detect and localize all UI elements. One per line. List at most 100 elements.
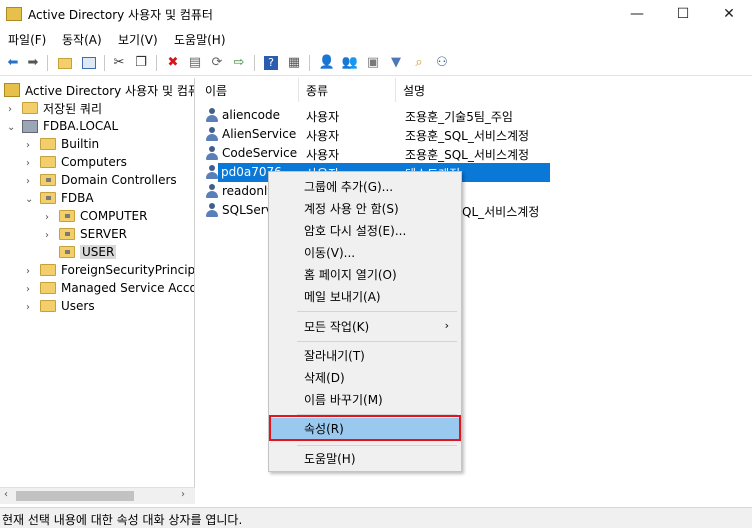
menu-view[interactable]: 보기(V) xyxy=(118,31,158,48)
user-icon xyxy=(205,184,219,199)
tree-item-server-ou[interactable]: SERVER xyxy=(59,225,127,243)
forward-arrow-icon[interactable]: ➡ xyxy=(24,54,42,72)
tree-item-label: SERVER xyxy=(80,227,128,241)
active-directory-icon xyxy=(4,83,20,97)
tree-item-domain[interactable]: FDBA.LOCAL xyxy=(22,117,118,135)
back-arrow-icon[interactable]: ⬅ xyxy=(4,54,22,72)
export-list-icon[interactable]: ⇨ xyxy=(230,54,248,72)
tree-item-label: FDBA.LOCAL xyxy=(43,119,119,133)
expand-icon[interactable]: › xyxy=(26,284,30,295)
menu-item-cut[interactable]: 잘라내기(T) xyxy=(271,345,459,366)
menu-help[interactable]: 도움말(H) xyxy=(174,31,226,48)
expand-icon[interactable]: › xyxy=(26,302,30,313)
refresh-icon[interactable]: ⟳ xyxy=(208,54,226,72)
tree-root[interactable]: Active Directory 사용자 및 컴퓨터 xyxy=(4,81,195,99)
tree-item-managed-service-accounts[interactable]: Managed Service Accou xyxy=(40,279,195,297)
scroll-left-icon[interactable]: ‹ xyxy=(4,489,8,500)
add-group-icon[interactable]: 👥 xyxy=(341,54,359,72)
title-bar: Active Directory 사용자 및 컴퓨터 — ☐ ✕ xyxy=(0,0,752,28)
menu-item-add-to-group[interactable]: 그룹에 추가(G)... xyxy=(271,176,459,197)
menu-action[interactable]: 동작(A) xyxy=(62,31,102,48)
menu-item-disable-account[interactable]: 계정 사용 안 함(S) xyxy=(271,198,459,219)
tree-item-saved-queries[interactable]: 저장된 쿼리 xyxy=(22,99,102,117)
expand-icon[interactable]: › xyxy=(45,230,49,241)
menu-item-delete[interactable]: 삭제(D) xyxy=(271,367,459,388)
menu-item-send-mail[interactable]: 메일 보내기(A) xyxy=(271,286,459,307)
tree-horizontal-scrollbar[interactable]: ‹ › xyxy=(0,487,195,504)
user-type: 사용자 xyxy=(306,129,340,143)
tree-item-foreign-security-principals[interactable]: ForeignSecurityPrincipal xyxy=(40,261,194,279)
add-user-icon[interactable]: 👤 xyxy=(318,54,336,72)
list-item[interactable]: aliencode 사용자 조용훈_기술5팀_주임 xyxy=(198,106,752,125)
tree-item-computer-ou[interactable]: COMPUTER xyxy=(59,207,147,225)
tree-root-label: Active Directory 사용자 및 컴퓨터 xyxy=(25,83,195,98)
column-header-description[interactable]: 설명 xyxy=(396,78,752,102)
tree-item-label: FDBA xyxy=(61,191,94,205)
collapse-icon[interactable]: ⌄ xyxy=(7,122,15,133)
properties-icon[interactable]: ▤ xyxy=(186,54,204,72)
tree-item-computers[interactable]: Computers xyxy=(40,153,127,171)
column-header-name[interactable]: 이름 xyxy=(198,78,299,102)
tree-item-label: COMPUTER xyxy=(80,209,148,223)
console-tree-icon[interactable] xyxy=(80,54,98,72)
expand-icon[interactable]: › xyxy=(45,212,49,223)
toolbar-separator xyxy=(47,55,48,71)
tree-item-domain-controllers[interactable]: Domain Controllers xyxy=(40,171,177,189)
minimize-button[interactable]: — xyxy=(614,0,660,28)
toolbar-separator xyxy=(156,55,157,71)
scrollbar-thumb[interactable] xyxy=(16,491,134,501)
maximize-button[interactable]: ☐ xyxy=(660,0,706,28)
console-tree: Active Directory 사용자 및 컴퓨터 › 저장된 쿼리 ⌄ FD… xyxy=(0,78,195,504)
ou-folder-icon xyxy=(59,228,75,240)
folder-icon xyxy=(40,156,56,168)
tree-item-builtin[interactable]: Builtin xyxy=(40,135,99,153)
cut-icon[interactable]: ✂ xyxy=(110,54,128,72)
tree-item-label: Managed Service Accou xyxy=(61,281,195,295)
action-pane-icon[interactable]: ▦ xyxy=(285,54,303,72)
expand-icon[interactable]: › xyxy=(26,158,30,169)
user-name: AlienService xyxy=(205,127,296,142)
menu-file[interactable]: 파일(F) xyxy=(8,31,46,48)
add-ou-icon[interactable]: ▣ xyxy=(364,54,382,72)
ou-folder-icon xyxy=(59,246,75,258)
toolbar-separator xyxy=(104,55,105,71)
expand-icon[interactable]: › xyxy=(26,140,30,151)
filter-icon[interactable]: ▼ xyxy=(387,54,405,72)
menu-item-rename[interactable]: 이름 바꾸기(M) xyxy=(271,389,459,410)
user-icon xyxy=(205,127,219,142)
domain-icon xyxy=(22,119,38,133)
ou-folder-icon xyxy=(40,192,56,204)
delete-icon[interactable]: ✖ xyxy=(164,54,182,72)
add-to-group-icon[interactable]: ⚇ xyxy=(433,54,451,72)
menu-item-reset-password[interactable]: 암호 다시 설정(E)... xyxy=(271,220,459,241)
copy-icon[interactable]: ❐ xyxy=(132,54,150,72)
list-item[interactable]: AlienService 사용자 조용훈_SQL_서비스계정 xyxy=(198,125,752,144)
tree-item-label: Builtin xyxy=(61,137,100,151)
tree-item-fdba[interactable]: FDBA xyxy=(40,189,94,207)
scroll-right-icon[interactable]: › xyxy=(181,489,185,500)
tree-item-users[interactable]: Users xyxy=(40,297,95,315)
user-type: 사용자 xyxy=(306,148,340,162)
user-name: CodeService xyxy=(205,146,297,161)
find-icon[interactable]: ⌕ xyxy=(410,54,428,72)
status-text: 현재 선택 내용에 대한 속성 대화 상자를 엽니다. xyxy=(2,513,243,527)
user-name: SQLServi xyxy=(205,203,276,218)
column-header-type[interactable]: 종류 xyxy=(299,78,396,102)
help-icon[interactable]: ? xyxy=(262,54,280,72)
expand-icon[interactable]: › xyxy=(26,266,30,277)
expand-icon[interactable]: › xyxy=(8,104,12,115)
menu-item-move[interactable]: 이동(V)... xyxy=(271,242,459,263)
menu-bar: 파일(F) 동작(A) 보기(V) 도움말(H) xyxy=(0,28,752,48)
user-type: 사용자 xyxy=(306,110,340,124)
tree-item-user-ou[interactable]: USER xyxy=(59,243,117,261)
folder-up-icon[interactable] xyxy=(56,54,74,72)
close-button[interactable]: ✕ xyxy=(706,0,752,28)
collapse-icon[interactable]: ⌄ xyxy=(25,194,33,205)
folder-icon xyxy=(40,138,56,150)
menu-item-label: 모든 작업(K) xyxy=(304,320,370,334)
menu-item-help[interactable]: 도움말(H) xyxy=(271,448,459,469)
expand-icon[interactable]: › xyxy=(26,176,30,187)
menu-item-all-tasks[interactable]: 모든 작업(K) › xyxy=(271,316,459,337)
menu-item-open-home-page[interactable]: 홈 페이지 열기(O) xyxy=(271,264,459,285)
list-item[interactable]: CodeService 사용자 조용훈_SQL_서비스계정 xyxy=(198,144,752,163)
